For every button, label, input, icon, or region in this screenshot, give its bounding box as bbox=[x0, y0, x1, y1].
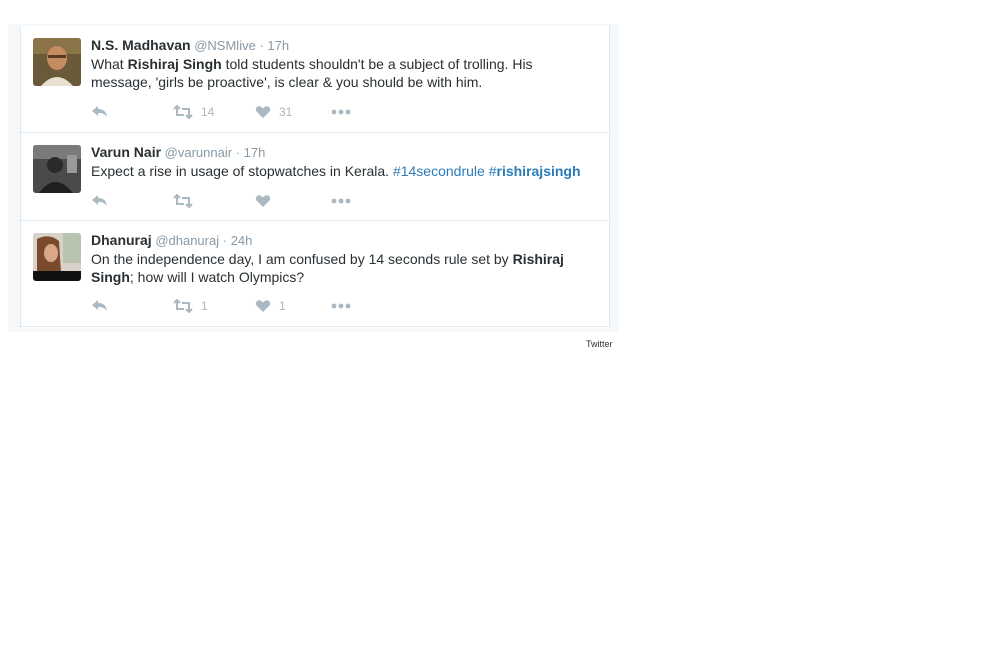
retweet-icon bbox=[173, 105, 193, 119]
author-name[interactable]: N.S. Madhavan bbox=[91, 37, 191, 53]
tweet-text: On the independence day, I am confused b… bbox=[91, 250, 596, 286]
like-icon bbox=[255, 299, 271, 313]
reply-icon bbox=[91, 299, 109, 313]
tweet-header: Varun Nair @varunnair · 17h bbox=[91, 144, 265, 160]
reply-button[interactable] bbox=[91, 296, 109, 316]
tweet-header: N.S. Madhavan @NSMlive · 17h bbox=[91, 37, 289, 53]
retweet-button[interactable]: 1 bbox=[173, 296, 208, 316]
tweet-item[interactable]: N.S. Madhavan @NSMlive · 17h What Rishir… bbox=[21, 26, 609, 133]
like-count: 1 bbox=[279, 299, 286, 313]
retweet-button[interactable]: 14 bbox=[173, 102, 214, 122]
source-watermark: Twitter bbox=[586, 339, 613, 349]
like-button[interactable]: 1 bbox=[255, 296, 286, 316]
more-icon bbox=[331, 109, 351, 115]
text-segment: On the independence day, I am confused b… bbox=[91, 251, 513, 267]
tweet-text: What Rishiraj Singh told students should… bbox=[91, 55, 596, 91]
like-button[interactable]: 31 bbox=[255, 102, 292, 122]
text-segment: ; how will I watch Olympics? bbox=[129, 269, 305, 285]
author-handle[interactable]: @NSMlive bbox=[194, 38, 256, 53]
more-button[interactable] bbox=[331, 191, 351, 211]
timestamp[interactable]: 24h bbox=[231, 233, 253, 248]
author-handle[interactable]: @varunnair bbox=[165, 145, 232, 160]
tweet-actions bbox=[91, 191, 391, 211]
tweet-header: Dhanuraj @dhanuraj · 24h bbox=[91, 232, 252, 248]
hashtag-link[interactable]: #rishirajsingh bbox=[489, 163, 581, 179]
tweet-text: Expect a rise in usage of stopwatches in… bbox=[91, 162, 596, 180]
hashtag-link[interactable]: #14secondrule bbox=[393, 163, 485, 179]
like-icon bbox=[255, 194, 271, 208]
reply-icon bbox=[91, 194, 109, 208]
author-name[interactable]: Dhanuraj bbox=[91, 232, 152, 248]
more-icon bbox=[331, 303, 351, 309]
tweet-actions: 14 31 bbox=[91, 102, 391, 122]
text-bold-segment: Rishiraj Singh bbox=[127, 56, 222, 72]
retweet-icon bbox=[173, 194, 193, 208]
avatar[interactable] bbox=[33, 233, 81, 281]
separator: · bbox=[222, 233, 228, 248]
timestamp[interactable]: 17h bbox=[267, 38, 289, 53]
separator: · bbox=[259, 38, 264, 53]
more-button[interactable] bbox=[331, 296, 351, 316]
separator: · bbox=[235, 145, 241, 160]
avatar[interactable] bbox=[33, 38, 81, 86]
retweet-icon bbox=[173, 299, 193, 313]
reply-button[interactable] bbox=[91, 102, 109, 122]
author-name[interactable]: Varun Nair bbox=[91, 144, 161, 160]
tweet-actions: 1 1 bbox=[91, 296, 391, 316]
like-count: 31 bbox=[279, 105, 293, 119]
more-button[interactable] bbox=[331, 102, 351, 122]
tweet-item[interactable]: Varun Nair @varunnair · 17h Expect a ris… bbox=[21, 133, 609, 221]
retweet-button[interactable] bbox=[173, 191, 201, 211]
reply-icon bbox=[91, 105, 109, 119]
text-segment: What bbox=[91, 56, 128, 72]
tweet-feed-frame: N.S. Madhavan @NSMlive · 17h What Rishir… bbox=[8, 24, 619, 332]
retweet-count: 14 bbox=[201, 105, 215, 119]
tweet-item[interactable]: Dhanuraj @dhanuraj · 24h On the independ… bbox=[21, 221, 609, 327]
tweet-feed: N.S. Madhavan @NSMlive · 17h What Rishir… bbox=[20, 26, 610, 328]
text-segment: Expect a rise in usage of stopwatches in… bbox=[91, 163, 393, 179]
hashtag-prefix: # bbox=[488, 163, 497, 179]
timestamp[interactable]: 17h bbox=[244, 145, 266, 160]
more-icon bbox=[331, 198, 351, 204]
like-button[interactable] bbox=[255, 191, 279, 211]
avatar[interactable] bbox=[33, 145, 81, 193]
author-handle[interactable]: @dhanuraj bbox=[155, 233, 219, 248]
hashtag-bold-text: rishirajsingh bbox=[496, 163, 581, 179]
retweet-count: 1 bbox=[201, 299, 208, 313]
reply-button[interactable] bbox=[91, 191, 109, 211]
like-icon bbox=[255, 105, 271, 119]
